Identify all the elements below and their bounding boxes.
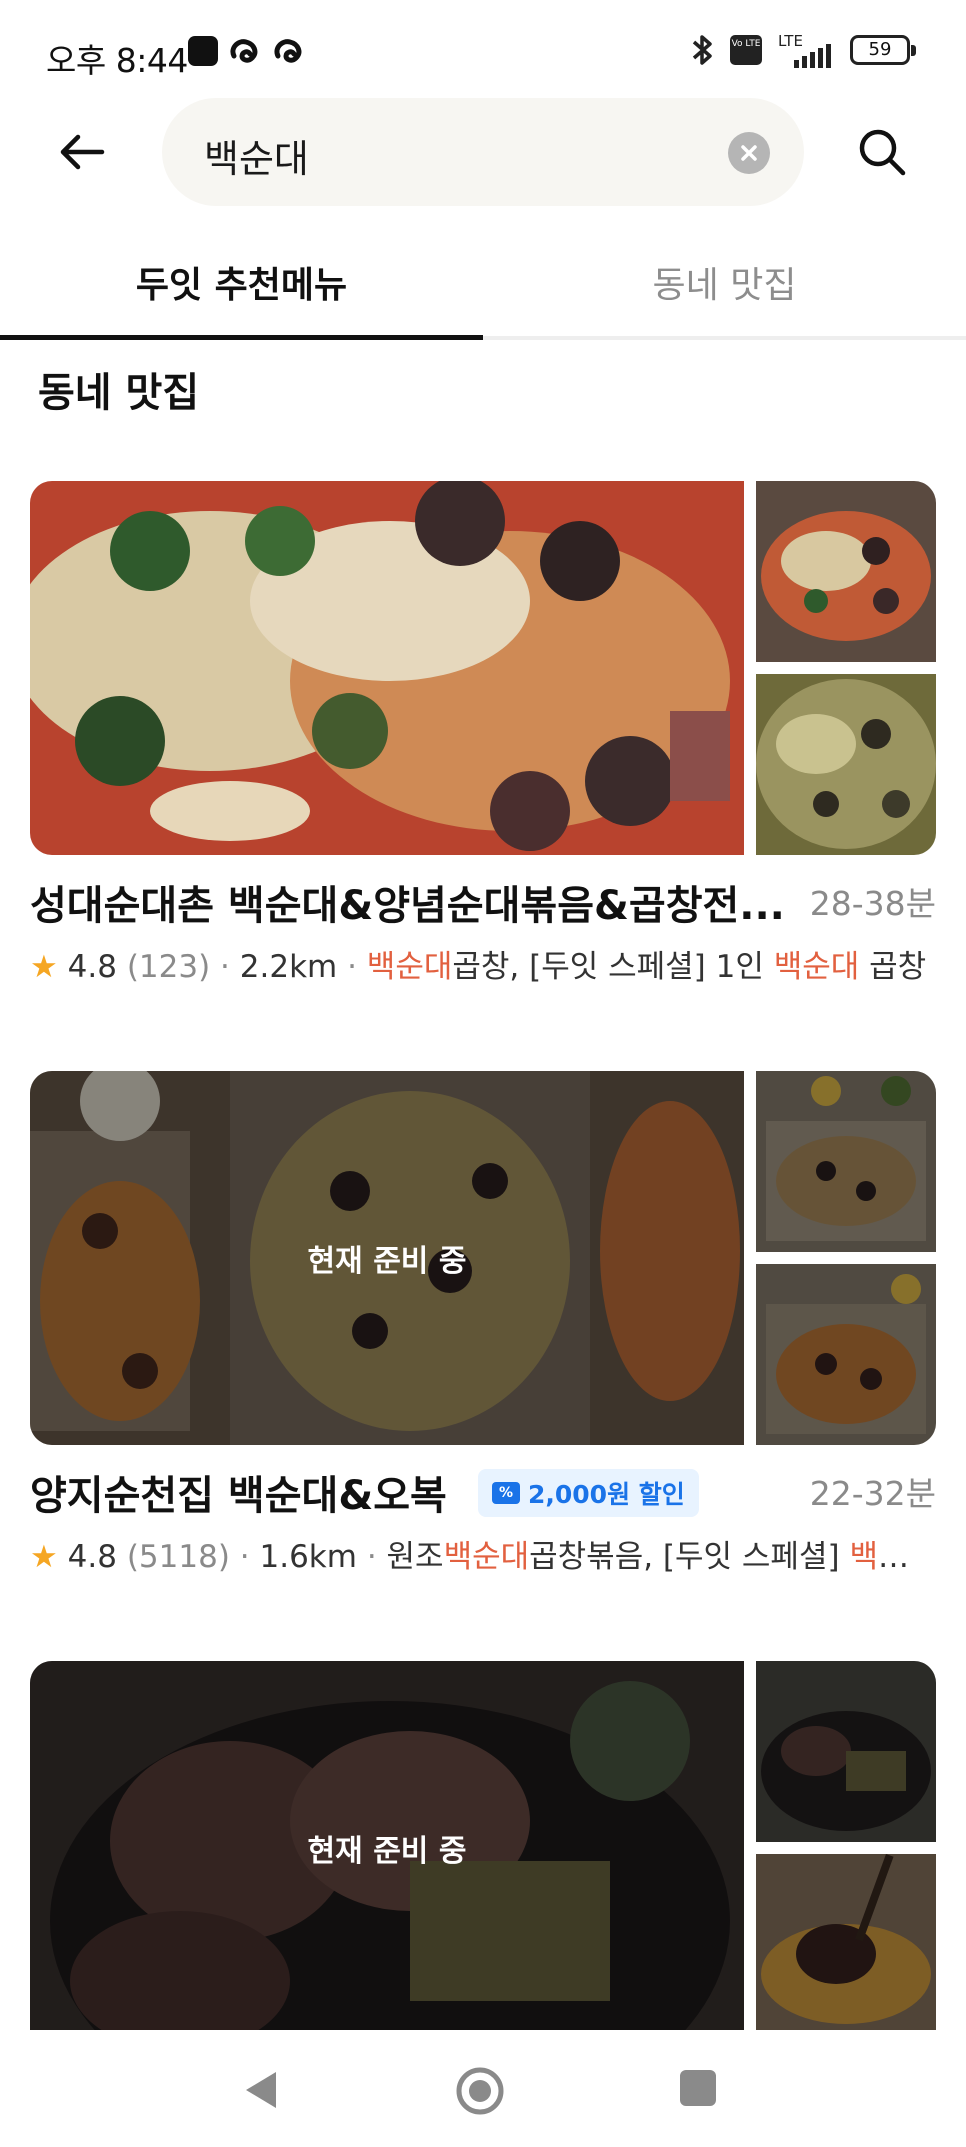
preparing-label: 현재 준비 중 [307,1244,467,1279]
bluetooth-icon [692,35,712,65]
nav-recents-icon[interactable] [680,2070,716,2106]
food-photo [756,1854,936,2035]
search-input[interactable]: 백순대 [162,98,804,206]
star-icon: ★ [30,949,58,985]
menu-highlight: 백순대 [366,949,453,985]
search-query: 백순대 [204,137,309,181]
coupon-icon: % [492,1482,520,1504]
restaurant-card[interactable]: 성대순대촌 백순대&양념순대볶음&곱창전... 28-38분 ★ 4.8 (12… [30,481,936,986]
rating: 4.8 [67,1539,117,1575]
restaurant-name: 성대순대촌 백순대&양념순대볶음&곱창전... [30,883,785,929]
section-title: 동네 맛집 [38,370,200,416]
closed-overlay [756,1264,936,1445]
restaurant-name: 양지순천집 백순대&오복 [30,1473,447,1519]
menu-text: 곱창 [859,949,927,985]
star-icon: ★ [30,1539,58,1575]
app-notification-icon [188,36,218,66]
menu-text: 곱창, [두잇 스페셜] 1인 [452,949,774,985]
threads-icon [274,39,302,63]
notification-icons [188,36,306,66]
closed-overlay [756,1661,936,1842]
review-count: (5118) [126,1539,230,1575]
restaurant-card[interactable]: 현재 준비 중 양지순천집 백순대&오복 % 2,000원 할인 22-32분 … [30,1071,936,1576]
clear-search-button[interactable] [728,132,770,174]
delivery-time: 22-32분 [809,1474,936,1513]
restaurant-meta: ★ 4.8 (5118) · 1.6km · 원조백순대곱창볶음, [두잇 스페… [30,1531,936,1576]
nav-home-icon[interactable] [455,2066,505,2116]
main-food-photo [30,481,744,855]
food-photo [756,674,936,855]
delivery-time: 28-38분 [809,884,936,923]
system-status-icons: Vo LTE LTE 59 [690,32,916,68]
main-food-photo: 현재 준비 중 [30,1071,744,1445]
status-bar: 오후 8:44 Vo LTE LTE 59 [0,0,966,106]
search-header: 백순대 [0,96,966,208]
distance: 2.2km [239,949,338,985]
threads-icon [230,39,258,63]
closed-overlay [756,1854,936,2035]
system-navigation-bar [0,2030,966,2147]
search-button[interactable] [852,122,912,182]
closed-overlay [756,1071,936,1252]
battery-icon: 59 [850,35,916,65]
menu-highlight: 백순대 [773,949,860,985]
photo-gallery[interactable]: 현재 준비 중 [30,1661,936,2035]
tab-recommended-menu[interactable]: 두잇 추천메뉴 [0,246,483,326]
menu-highlight: 백순대 [443,1539,530,1575]
food-photo [756,1071,936,1252]
coupon-label: 2,000원 할인 [528,1480,685,1509]
arrow-left-icon [60,134,105,170]
tab-local-restaurants[interactable]: 동네 맛집 [483,246,966,326]
tab-bar: 두잇 추천메뉴 동네 맛집 [0,236,966,340]
menu-highlight: 백순대... [849,1539,936,1575]
photo-gallery[interactable] [30,481,936,855]
food-photo [756,481,936,662]
restaurant-card[interactable]: 현재 준비 중 [30,1661,936,2035]
search-icon [859,129,906,176]
close-icon [741,145,757,161]
status-time: 오후 8:44 [46,41,188,80]
rating: 4.8 [67,949,117,985]
nav-back-icon[interactable] [240,2068,280,2112]
food-photo [756,1264,936,1445]
volte-icon: Vo LTE [730,35,762,65]
back-button[interactable] [52,122,112,182]
main-food-photo: 현재 준비 중 [30,1661,744,2035]
review-count: (123) [126,949,211,985]
restaurant-meta: ★ 4.8 (123) · 2.2km · 백순대곱창, [두잇 스페셜] 1인… [30,949,927,985]
menu-text: 곱창볶음, [두잇 스페셜] [529,1539,850,1575]
photo-gallery[interactable]: 현재 준비 중 [30,1071,936,1445]
distance: 1.6km [259,1539,357,1575]
restaurant-header: 성대순대촌 백순대&양념순대볶음&곱창전... 28-38분 [30,873,936,933]
restaurant-header: 양지순천집 백순대&오복 % 2,000원 할인 22-32분 [30,1463,936,1523]
discount-coupon-badge[interactable]: % 2,000원 할인 [478,1469,699,1517]
food-photo [756,1661,936,1842]
preparing-label: 현재 준비 중 [307,1834,467,1869]
signal-icon: LTE [776,32,836,68]
active-tab-indicator [0,335,483,340]
menu-text: 원조 [386,1539,444,1575]
